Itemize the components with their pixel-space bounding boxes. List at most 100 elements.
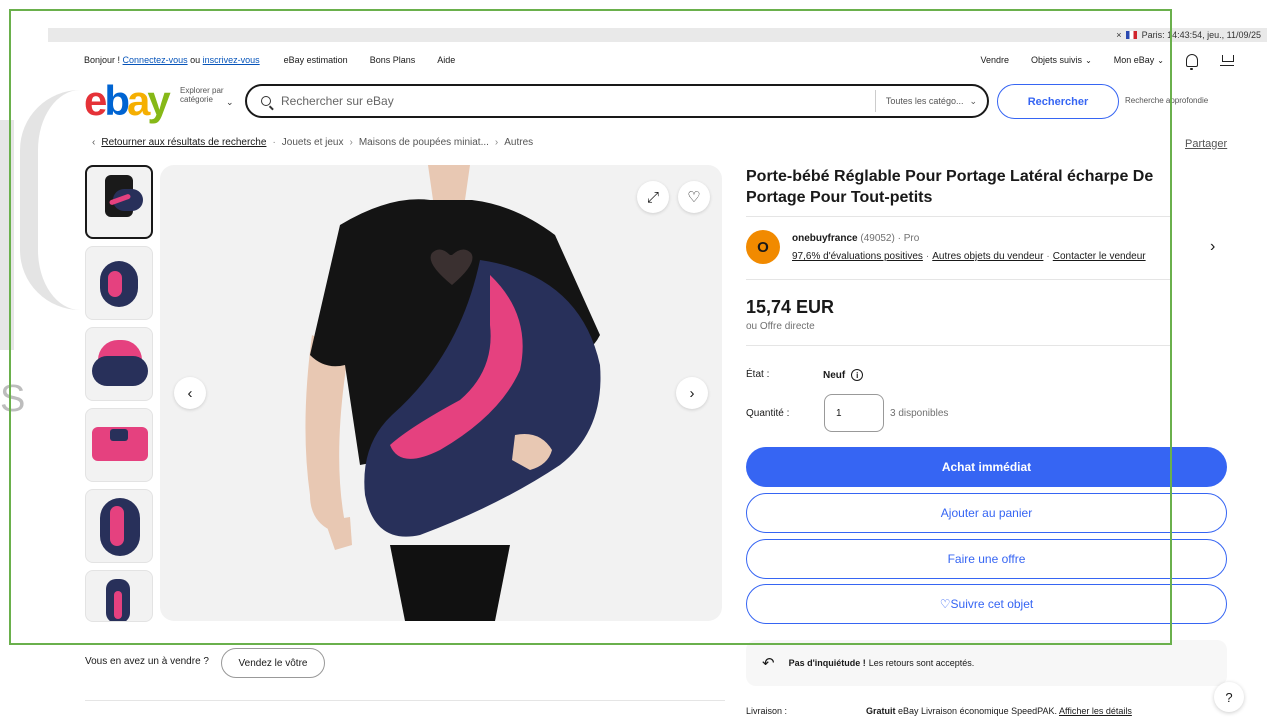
signin-link[interactable]: Connectez-vous (123, 55, 188, 65)
seller-avatar[interactable]: O (746, 230, 780, 264)
heart-icon[interactable]: ♡ (678, 181, 710, 213)
help-button[interactable]: ? (1214, 682, 1244, 712)
breadcrumb-item[interactable]: Autres (504, 137, 533, 148)
status-close[interactable]: × (1116, 30, 1121, 40)
breadcrumb-separator: · (272, 137, 276, 148)
back-to-results-link[interactable]: Retourner aux résultats de recherche (101, 137, 266, 148)
thumbnail[interactable] (85, 327, 153, 401)
thumbnail[interactable] (85, 165, 153, 239)
breadcrumb: ‹ Retourner aux résultats de recherche ·… (92, 137, 533, 148)
nav-bons-plans[interactable]: Bons Plans (370, 55, 416, 65)
contact-seller-link[interactable]: Contacter le vendeur (1053, 251, 1146, 262)
category-select[interactable]: Toutes les catégo... ⌄ (874, 90, 987, 112)
sell-yours-button[interactable]: Vendez le vôtre (221, 648, 325, 678)
returns-banner: ↶ Pas d'inquiétude ! Les retours sont ac… (746, 640, 1227, 686)
state-value-row: Neuf i (823, 369, 864, 381)
prev-image-icon[interactable]: ‹ (174, 377, 206, 409)
buy-now-button[interactable]: Achat immédiat (746, 447, 1227, 487)
seller-name[interactable]: onebuyfrance (792, 233, 858, 244)
breadcrumb-item[interactable]: Jouets et jeux (282, 137, 344, 148)
myebay-menu[interactable]: Mon eBay ⌄ (1114, 55, 1164, 65)
state-label: État : (746, 369, 770, 380)
search-icon (261, 96, 271, 106)
seller-type: · Pro (897, 233, 920, 244)
chevron-down-icon: ⌄ (226, 97, 234, 107)
info-icon[interactable]: i (851, 369, 864, 381)
watchlist-label: Objets suivis (1031, 55, 1083, 65)
top-nav: Bonjour ! Connectez-vous ou inscrivez-vo… (84, 52, 1234, 70)
delivery-value: Gratuit eBay Livraison économique SpeedP… (866, 706, 1132, 716)
chevron-left-icon: ‹ (92, 137, 96, 148)
nav-ebay-estimation[interactable]: eBay estimation (284, 55, 348, 65)
clock-readout: × Paris: 14:43:54, jeu., 11/09/25 (1116, 28, 1261, 42)
delivery-label: Livraison : (746, 706, 788, 716)
returns-bold: Pas d'inquiétude ! (788, 658, 866, 668)
share-link[interactable]: Partager (1185, 138, 1227, 150)
watch-item-button[interactable]: ♡Suivre cet objet (746, 584, 1227, 624)
cart-icon[interactable] (1220, 54, 1234, 66)
product-title: Porte-bébé Réglable Pour Portage Latéral… (746, 168, 1154, 206)
thumbnail[interactable] (85, 570, 153, 622)
quantity-input[interactable] (824, 394, 884, 432)
register-link[interactable]: inscrivez-vous (203, 55, 260, 65)
returns-text: Les retours sont acceptés. (868, 658, 975, 668)
watermark-arc (20, 90, 80, 310)
search-button[interactable]: Rechercher (997, 84, 1119, 119)
seller-links: 97,6% d'évaluations positives · Autres obj… (792, 251, 1146, 262)
thumbnail-list (85, 165, 155, 629)
divider (746, 216, 1172, 217)
separator-dot: · (925, 251, 930, 262)
expand-icon[interactable]: ⤢ (637, 181, 669, 213)
chevron-right-icon: › (494, 137, 499, 148)
delivery-service: eBay Livraison économique SpeedPAK. (898, 706, 1057, 716)
make-offer-button[interactable]: Faire une offre (746, 539, 1227, 579)
nav-aide[interactable]: Aide (437, 55, 455, 65)
myebay-label: Mon eBay (1113, 55, 1155, 65)
delivery-free: Gratuit (866, 706, 896, 716)
thumbnail[interactable] (85, 408, 153, 482)
seller-other-items-link[interactable]: Autres objets du vendeur (932, 251, 1043, 262)
watchlist-menu[interactable]: Objets suivis ⌄ (1031, 55, 1092, 65)
seller-name-row: onebuyfrance (49052) · Pro (792, 233, 919, 244)
thumbnail[interactable] (85, 246, 153, 320)
watermark-bar (0, 120, 14, 350)
delivery-details-link[interactable]: Afficher les détails (1059, 706, 1132, 716)
best-offer-text: ou Offre directe (746, 321, 815, 332)
greeting: Bonjour ! (84, 55, 121, 65)
advanced-search-link[interactable]: Recherche approfondie (1125, 96, 1208, 105)
next-image-icon[interactable]: › (676, 377, 708, 409)
chevron-down-icon: ⌄ (1085, 56, 1092, 65)
ebay-logo[interactable]: ebay (84, 80, 171, 122)
divider (746, 279, 1172, 280)
state-value: Neuf (823, 369, 846, 381)
breadcrumb-item[interactable]: Maisons de poupées miniat... (359, 137, 489, 148)
price: 15,74 EUR (746, 297, 835, 317)
chevron-down-icon: ⌄ (969, 95, 977, 106)
chevron-right-icon[interactable]: › (1210, 238, 1215, 256)
search-bar: Toutes les catégo... ⌄ (245, 84, 989, 118)
product-image[interactable]: ⤢ ♡ ‹ › (160, 165, 722, 621)
explore-category-button[interactable]: Explorer par catégorie (180, 86, 230, 104)
sell-question: Vous en avez un à vendre ? (85, 656, 209, 667)
return-arrow-icon: ↶ (762, 655, 775, 672)
quantity-label: Quantité : (746, 408, 790, 419)
search-input[interactable] (281, 94, 861, 108)
status-strip: × Paris: 14:43:54, jeu., 11/09/25 (48, 28, 1267, 42)
chevron-down-icon: ⌄ (1157, 56, 1164, 65)
clock-text: Paris: 14:43:54, jeu., 11/09/25 (1141, 30, 1261, 40)
add-to-cart-button[interactable]: Ajouter au panier (746, 493, 1227, 533)
quantity-available: 3 disponibles (890, 408, 949, 419)
or-text: ou (190, 55, 201, 65)
watermark-text: S (0, 378, 26, 420)
divider (746, 345, 1172, 346)
bell-icon[interactable] (1186, 53, 1198, 70)
sell-link[interactable]: Vendre (981, 55, 1010, 65)
seller-feedback-count: (49052) (860, 233, 895, 244)
separator-dot: · (1046, 251, 1050, 262)
thumbnail[interactable] (85, 489, 153, 563)
category-select-value: Toutes les catégo... (885, 96, 964, 106)
france-flag-icon (1126, 31, 1138, 39)
chevron-right-icon: › (349, 137, 353, 148)
top-nav-right: Vendre Objets suivis ⌄ Mon eBay ⌄ (981, 53, 1234, 70)
seller-feedback-link[interactable]: 97,6% d'évaluations positives (792, 251, 923, 262)
